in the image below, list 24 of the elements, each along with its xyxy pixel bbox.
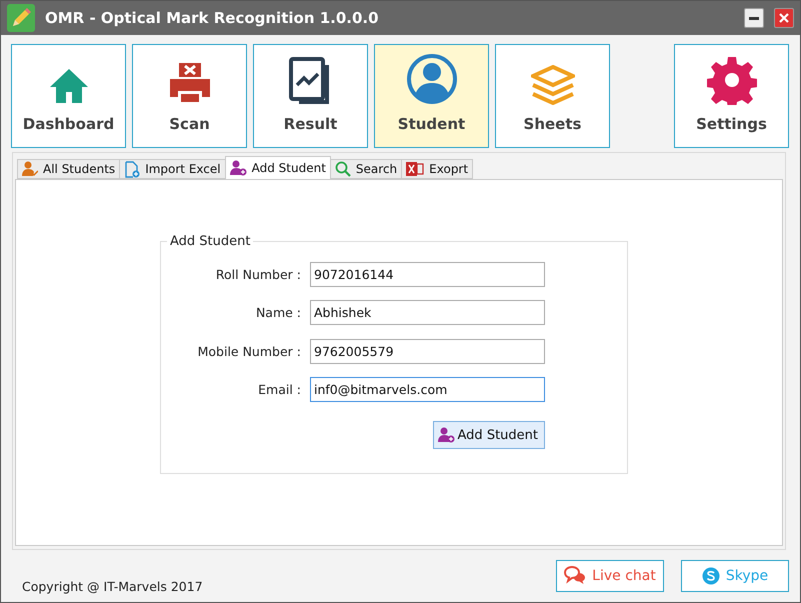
live-chat-button[interactable]: Live chat [556,560,664,592]
field-label: Mobile Number : [198,344,301,359]
nav-button[interactable]: Settings [674,44,789,148]
nav-button[interactable]: Student [374,44,489,148]
input-field[interactable]: inf0@bitmarvels.com [310,377,545,402]
window-title: OMR - Optical Mark Recognition 1.0.0.0 [45,9,380,27]
input-field[interactable]: Abhishek [310,300,545,326]
field-label: Roll Number : [216,266,301,282]
input-field[interactable]: 9762005579 [310,338,545,364]
copyright-text: Copyright @ IT-Marvels 2017 [22,578,204,594]
input-field[interactable]: 9072016144 [310,262,545,287]
tab[interactable]: Exoprt [401,159,474,179]
tab[interactable]: All Students [17,159,120,179]
nav-button[interactable]: Scan [132,44,247,148]
tab[interactable]: Import Excel [119,159,226,179]
nav-button[interactable]: Dashboard [11,44,126,148]
tab[interactable]: Search [330,159,402,179]
nav-button[interactable]: Sheets [495,44,610,148]
group-title: Add Student [169,234,252,249]
tab[interactable]: Add Student [224,156,331,179]
nav-button[interactable]: Result [253,44,368,148]
field-label: Email : [258,382,301,398]
field-label: Name : [256,305,301,320]
add-student-button[interactable]: Add Student [432,421,545,449]
